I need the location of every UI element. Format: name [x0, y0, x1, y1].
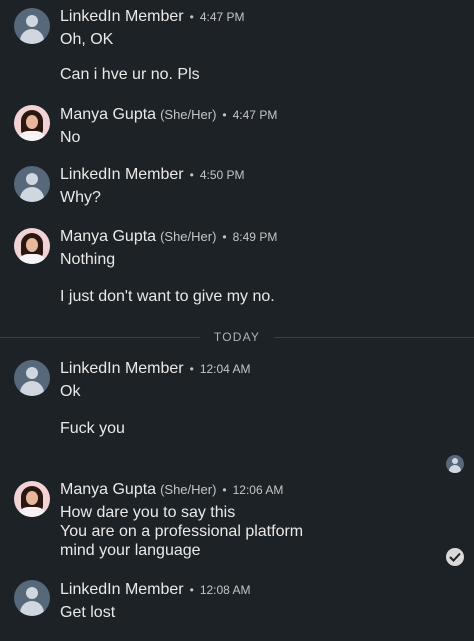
seen-avatar-icon [446, 455, 464, 473]
message-text: Can i hve ur no. Pls [60, 66, 200, 83]
member-avatar[interactable] [14, 166, 50, 202]
message-text: How dare you to say this [60, 504, 236, 521]
message-header: Manya Gupta (She/Her) • 12:06 AM [60, 481, 283, 499]
message-text: Get lost [60, 604, 116, 621]
pronouns: (She/Her) [160, 229, 217, 244]
message-header: Manya Gupta (She/Her) • 8:49 PM [60, 228, 277, 246]
pronouns: (She/Her) [160, 482, 217, 497]
separator-dot: • [189, 362, 194, 376]
message-text: Fuck you [60, 420, 125, 437]
timestamp: 12:06 AM [232, 483, 284, 497]
timestamp: 4:47 PM [199, 10, 245, 24]
timestamp: 4:47 PM [232, 108, 278, 122]
message-header: LinkedIn Member • 12:04 AM [60, 360, 251, 378]
message-text: No [60, 129, 81, 146]
separator-dot: • [189, 10, 194, 24]
sender-name[interactable]: LinkedIn Member [60, 8, 184, 25]
member-avatar[interactable] [14, 580, 50, 616]
check-circle-icon [446, 548, 464, 566]
message-text: You are on a professional platform [60, 523, 304, 540]
timestamp: 8:49 PM [232, 230, 278, 244]
sender-name[interactable]: Manya Gupta [60, 481, 156, 498]
message-text: Oh, OK [60, 31, 114, 48]
message-text: mind your language [60, 542, 201, 559]
separator-dot: • [222, 230, 227, 244]
message-text: Why? [60, 189, 101, 206]
sender-name[interactable]: Manya Gupta [60, 228, 156, 245]
message-text: I just don't want to give my no. [60, 288, 275, 305]
separator-dot: • [189, 168, 194, 182]
message-header: LinkedIn Member • 4:47 PM [60, 8, 245, 26]
sender-name[interactable]: LinkedIn Member [60, 166, 184, 183]
date-divider: TODAY [213, 330, 261, 344]
timestamp: 12:04 AM [199, 362, 251, 376]
separator-dot: • [222, 483, 227, 497]
separator-dot: • [222, 108, 227, 122]
sender-name[interactable]: Manya Gupta [60, 106, 156, 123]
pronouns: (She/Her) [160, 107, 217, 122]
profile-photo[interactable] [14, 481, 50, 517]
separator-dot: • [189, 583, 194, 597]
timestamp: 4:50 PM [199, 168, 245, 182]
timestamp: 12:08 AM [199, 583, 251, 597]
sender-name[interactable]: LinkedIn Member [60, 581, 184, 598]
member-avatar[interactable] [14, 360, 50, 396]
profile-photo[interactable] [14, 228, 50, 264]
profile-photo[interactable] [14, 105, 50, 141]
member-avatar[interactable] [14, 8, 50, 44]
sender-name[interactable]: LinkedIn Member [60, 360, 184, 377]
message-header: Manya Gupta (She/Her) • 4:47 PM [60, 106, 277, 124]
message-header: LinkedIn Member • 12:08 AM [60, 581, 251, 599]
message-text: Nothing [60, 251, 116, 268]
message-text: Ok [60, 383, 81, 400]
message-header: LinkedIn Member • 4:50 PM [60, 166, 245, 184]
